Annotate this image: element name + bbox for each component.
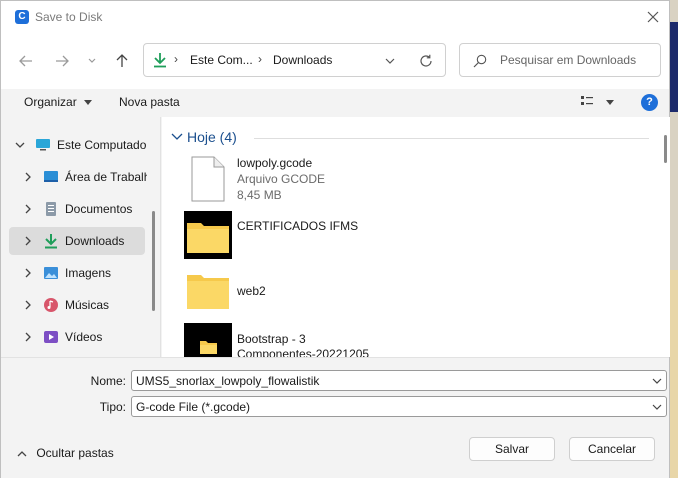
sidebar-item-desktop[interactable]: Área de Trabalho (9, 163, 147, 191)
file-list: Hoje (4) lowpoly.gcode Arquivo GCODE 8,4… (162, 117, 670, 357)
download-icon (45, 234, 57, 249)
type-label: Tipo: (99, 400, 126, 414)
save-button[interactable]: Salvar (469, 437, 555, 461)
download-icon (154, 53, 166, 68)
sidebar-item-label: Imagens (65, 266, 112, 280)
close-icon (647, 11, 659, 23)
folder-icon (184, 211, 232, 259)
chevron-right-icon[interactable] (23, 235, 33, 247)
hide-folders-label: Ocultar pastas (36, 446, 114, 460)
monitor-icon (36, 139, 50, 151)
sidebar-item-downloads[interactable]: Downloads (9, 227, 145, 255)
desktop-icon (44, 171, 58, 182)
chevron-right-icon[interactable] (23, 331, 33, 343)
sidebar-item-documents[interactable]: Documentos (9, 195, 145, 223)
file-list-scrollbar[interactable] (664, 135, 667, 163)
cancel-button[interactable]: Cancelar (569, 437, 655, 461)
file-name: CERTIFICADOS IFMS (237, 219, 359, 233)
list-item[interactable]: CERTIFICADOS IFMS (184, 211, 624, 259)
chevron-right-icon[interactable] (23, 299, 33, 311)
chevron-down-icon[interactable] (385, 58, 395, 65)
address-bar[interactable]: › Este Com... › Downloads (143, 43, 446, 77)
breadcrumb-computer[interactable]: Este Com... (190, 53, 253, 67)
navigation-bar: › Este Com... › Downloads Pesquisar em D… (1, 33, 669, 89)
arrow-up-icon (116, 54, 128, 67)
arrow-left-icon (19, 55, 32, 67)
file-name-field[interactable]: UMS5_snorlax_lowpoly_flowalistik (131, 370, 667, 391)
list-item[interactable]: Bootstrap - 3 Componentes-20221205 (184, 323, 624, 357)
view-list-icon (581, 96, 593, 105)
group-divider (254, 138, 649, 139)
sidebar-item-videos[interactable]: Vídeos (9, 323, 145, 351)
file-name: web2 (237, 284, 266, 298)
chevron-down-icon[interactable] (652, 402, 662, 412)
organize-button[interactable]: Organizar (24, 95, 93, 109)
file-name: Bootstrap - 3 (237, 332, 306, 346)
folder-icon (187, 275, 229, 309)
file-type-value: G-code File (*.gcode) (136, 400, 251, 414)
chevron-down-icon[interactable] (652, 376, 662, 386)
chevron-down-icon (88, 58, 96, 63)
sidebar-item-pictures[interactable]: Imagens (9, 259, 145, 287)
save-dialog: C Save to Disk › Este Com... › Downloads (0, 0, 670, 478)
chevron-right-icon[interactable] (23, 171, 33, 183)
file-type: Arquivo GCODE (237, 172, 326, 186)
recent-locations-button[interactable] (81, 50, 103, 72)
sidebar-item-music[interactable]: Músicas (9, 291, 145, 319)
sidebar-item-label: Área de Trabalho (65, 170, 147, 184)
list-item[interactable]: lowpoly.gcode Arquivo GCODE 8,45 MB (184, 153, 624, 205)
breadcrumb-downloads[interactable]: Downloads (273, 53, 332, 67)
close-button[interactable] (637, 1, 669, 33)
folder-icon (184, 323, 232, 357)
group-header-today[interactable]: Hoje (4) (187, 129, 237, 145)
arrow-right-icon (56, 55, 69, 67)
navigation-pane: Este Computador Área de Trabalho Documen… (1, 117, 161, 357)
pictures-icon (44, 267, 58, 279)
file-icon (191, 156, 225, 202)
sidebar-item-label: Documentos (65, 202, 133, 216)
name-label: Nome: (90, 374, 126, 388)
sidebar-item-label: Este Computador (57, 138, 147, 152)
file-type-select[interactable]: G-code File (*.gcode) (131, 396, 667, 417)
videos-icon (44, 331, 58, 343)
breadcrumb-separator-icon: › (174, 52, 178, 66)
sidebar-item-label: Músicas (65, 298, 110, 312)
hide-folders-button[interactable]: Ocultar pastas (17, 446, 114, 460)
caret-down-icon (606, 100, 615, 105)
sidebar-item-label: Downloads (65, 234, 125, 248)
music-icon (44, 298, 58, 312)
search-icon (473, 54, 487, 68)
organize-label: Organizar (24, 95, 77, 109)
chevron-down-icon[interactable] (15, 139, 25, 151)
breadcrumb-separator-icon: › (258, 52, 262, 66)
search-box[interactable]: Pesquisar em Downloads (459, 43, 661, 77)
caret-down-icon (84, 100, 93, 106)
app-icon: C (15, 10, 29, 24)
chevron-right-icon[interactable] (23, 267, 33, 279)
new-folder-button[interactable]: Nova pasta (119, 95, 180, 109)
window-title: Save to Disk (35, 10, 103, 24)
forward-button[interactable] (51, 50, 73, 72)
help-icon[interactable]: ? (641, 94, 658, 111)
file-name: lowpoly.gcode (237, 156, 313, 170)
sidebar-item-label: Vídeos (65, 330, 103, 344)
file-name-line2: Componentes-20221205 (237, 347, 370, 357)
documents-icon (46, 202, 56, 216)
list-item[interactable]: web2 (184, 267, 624, 315)
up-button[interactable] (111, 50, 133, 72)
sidebar-item-this-pc[interactable]: Este Computador (9, 131, 147, 159)
file-name-value: UMS5_snorlax_lowpoly_flowalistik (136, 374, 320, 388)
view-options-button[interactable] (581, 96, 615, 111)
refresh-icon[interactable] (419, 54, 433, 68)
back-button[interactable] (15, 50, 37, 72)
command-bar: Organizar Nova pasta ? (1, 89, 669, 117)
search-placeholder: Pesquisar em Downloads (500, 53, 637, 67)
chevron-down-icon[interactable] (171, 133, 183, 141)
chevron-right-icon[interactable] (23, 203, 33, 215)
title-bar: C Save to Disk (1, 1, 669, 33)
chevron-up-icon (17, 451, 27, 457)
file-size: 8,45 MB (237, 188, 282, 202)
save-options: Nome: UMS5_snorlax_lowpoly_flowalistik T… (1, 357, 669, 478)
sidebar-scrollbar[interactable] (152, 211, 155, 311)
